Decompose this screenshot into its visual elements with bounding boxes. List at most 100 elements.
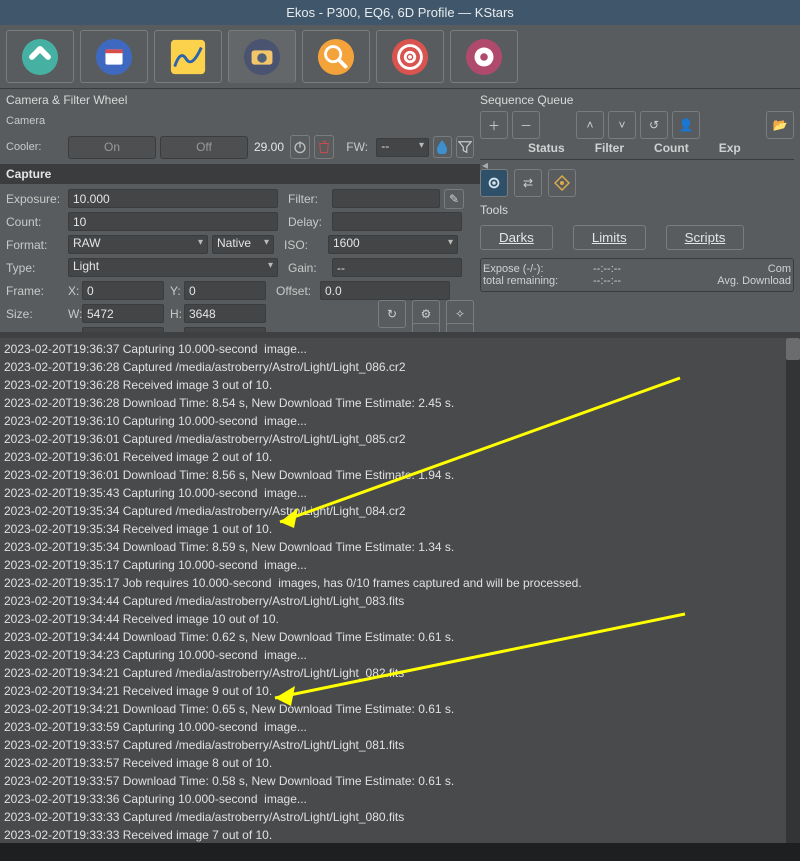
frame-label: Frame:: [6, 284, 68, 298]
camera-section-title: Camera & Filter Wheel: [6, 91, 474, 111]
log-line: 2023-02-20T19:35:43 Capturing 10.000-sec…: [4, 484, 796, 502]
camera-label: Camera: [6, 117, 68, 126]
delay-input[interactable]: [332, 212, 462, 231]
preview-icon[interactable]: [480, 169, 508, 197]
delay-label: Delay:: [288, 215, 332, 229]
log-line: 2023-02-20T19:33:57 Received image 8 out…: [4, 754, 796, 772]
log-line: 2023-02-20T19:33:33 Received image 7 out…: [4, 826, 796, 843]
module-focus[interactable]: [302, 30, 370, 83]
open-queue-button[interactable]: 📂: [766, 111, 794, 139]
col-filter: Filter: [595, 141, 624, 155]
capture-header: Capture: [0, 164, 480, 184]
type-label: Type:: [6, 261, 68, 275]
log-line: 2023-02-20T19:35:34 Received image 1 out…: [4, 520, 796, 538]
log-line: 2023-02-20T19:36:01 Download Time: 8.56 …: [4, 466, 796, 484]
log-line: 2023-02-20T19:36:28 Download Time: 8.54 …: [4, 394, 796, 412]
log-line: 2023-02-20T19:36:28 Received image 3 out…: [4, 376, 796, 394]
count-input[interactable]: [68, 212, 278, 231]
size-w-input[interactable]: [82, 304, 164, 323]
edit-filter-icon[interactable]: ✎: [444, 189, 464, 209]
sync-icon[interactable]: ⇄: [514, 169, 542, 197]
x-label: X:: [68, 284, 82, 298]
encoding-combo[interactable]: Native: [212, 235, 274, 254]
exposure-label: Exposure:: [6, 192, 68, 206]
log-line: 2023-02-20T19:34:21 Captured /media/astr…: [4, 664, 796, 682]
frame-y-input[interactable]: [184, 281, 266, 300]
log-line: 2023-02-20T19:36:01 Captured /media/astr…: [4, 430, 796, 448]
size-label: Size:: [6, 307, 68, 321]
log-line: 2023-02-20T19:33:57 Download Time: 0.58 …: [4, 772, 796, 790]
iso-combo[interactable]: 1600: [328, 235, 458, 254]
iso-label: ISO:: [284, 238, 328, 252]
droplet-icon[interactable]: [433, 136, 451, 158]
module-align[interactable]: [376, 30, 444, 83]
gain-input[interactable]: [332, 258, 462, 277]
gain-label: Gain:: [288, 261, 332, 275]
cooler-off-button[interactable]: Off: [160, 136, 248, 159]
count-label: Count:: [6, 215, 68, 229]
log-panel[interactable]: 2023-02-20T19:36:37 Capturing 10.000-sec…: [0, 332, 800, 843]
filter-label: Filter:: [288, 192, 332, 206]
avg-download-label: Avg. Download: [717, 275, 791, 287]
darks-button[interactable]: Darks: [480, 225, 553, 250]
livestack-icon[interactable]: [548, 169, 576, 197]
status-box: Expose (-/-): --:--:-- Com total remaini…: [480, 258, 794, 292]
trash-icon[interactable]: [314, 135, 334, 159]
module-toolbar: [0, 25, 800, 89]
add-job-button[interactable]: ＋: [480, 111, 508, 139]
log-line: 2023-02-20T19:36:01 Received image 2 out…: [4, 448, 796, 466]
observer-button[interactable]: 👤: [672, 111, 700, 139]
scroll-left-icon[interactable]: ◂: [482, 158, 488, 172]
type-combo[interactable]: Light: [68, 258, 278, 277]
log-line: 2023-02-20T19:36:10 Capturing 10.000-sec…: [4, 412, 796, 430]
module-analyze[interactable]: [154, 30, 222, 83]
move-up-button[interactable]: ˄: [576, 111, 604, 139]
fw-combo[interactable]: --: [376, 138, 429, 157]
capture-panel: Camera & Filter Wheel Camera Cooler: On …: [0, 89, 800, 332]
format-combo[interactable]: RAW: [68, 235, 208, 254]
module-capture[interactable]: [228, 30, 296, 83]
fw-label: FW:: [346, 140, 376, 154]
completed-label: Com: [768, 263, 791, 275]
module-guide[interactable]: [450, 30, 518, 83]
remaining-label: total remaining:: [483, 275, 593, 287]
log-line: 2023-02-20T19:34:44 Download Time: 0.62 …: [4, 628, 796, 646]
module-scheduler[interactable]: [80, 30, 148, 83]
log-line: 2023-02-20T19:33:36 Capturing 10.000-sec…: [4, 790, 796, 808]
log-line: 2023-02-20T19:33:57 Captured /media/astr…: [4, 736, 796, 754]
col-count: Count: [654, 141, 689, 155]
log-line: 2023-02-20T19:34:44 Received image 10 ou…: [4, 610, 796, 628]
power-icon[interactable]: [290, 135, 310, 159]
tools-section-title: Tools: [480, 201, 794, 221]
reset-button[interactable]: ↺: [640, 111, 668, 139]
offset-input[interactable]: [320, 281, 450, 300]
window-title: Ekos - P300, EQ6, 6D Profile — KStars: [0, 0, 800, 25]
limits-button[interactable]: Limits: [573, 225, 646, 250]
filter-icon[interactable]: [456, 136, 474, 158]
scripts-button[interactable]: Scripts: [666, 225, 745, 250]
cooler-temp: 29.00: [254, 140, 290, 154]
col-status: Status: [528, 141, 565, 155]
log-line: 2023-02-20T19:34:21 Received image 9 out…: [4, 682, 796, 700]
move-down-button[interactable]: ˅: [608, 111, 636, 139]
y-label: Y:: [170, 284, 184, 298]
queue-header-row: Status Filter Count Exp: [480, 139, 794, 159]
cooler-label: Cooler:: [6, 141, 68, 153]
log-line: 2023-02-20T19:35:34 Captured /media/astr…: [4, 502, 796, 520]
expose-label: Expose (-/-):: [483, 263, 593, 275]
log-line: 2023-02-20T19:36:28 Captured /media/astr…: [4, 358, 796, 376]
remove-job-button[interactable]: －: [512, 111, 540, 139]
log-line: 2023-02-20T19:36:37 Capturing 10.000-sec…: [4, 340, 796, 358]
frame-x-input[interactable]: [82, 281, 164, 300]
filter-combo[interactable]: [332, 189, 440, 208]
cooler-on-button[interactable]: On: [68, 136, 156, 159]
expose-value: --:--:--: [593, 263, 621, 275]
log-scrollbar[interactable]: [786, 338, 800, 843]
module-setup[interactable]: [6, 30, 74, 83]
loop-icon[interactable]: ↻: [378, 300, 406, 328]
log-line: 2023-02-20T19:33:33 Captured /media/astr…: [4, 808, 796, 826]
log-line: 2023-02-20T19:34:23 Capturing 10.000-sec…: [4, 646, 796, 664]
size-h-input[interactable]: [184, 304, 266, 323]
h-label: H:: [170, 307, 184, 321]
exposure-input[interactable]: [68, 189, 278, 208]
